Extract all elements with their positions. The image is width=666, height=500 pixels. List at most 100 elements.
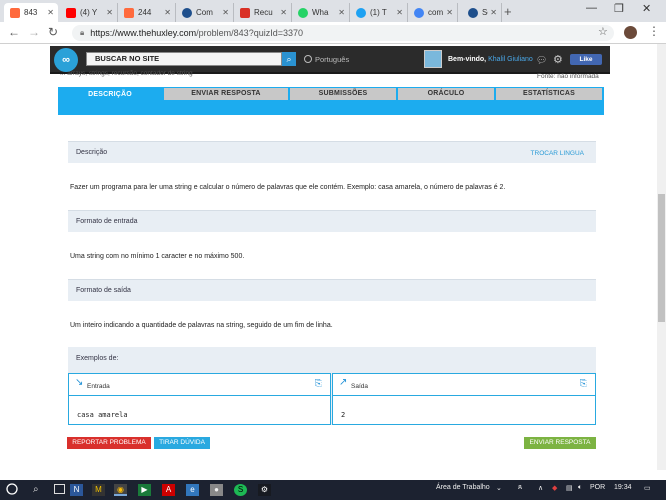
scrollbar-thumb[interactable]	[658, 194, 665, 322]
facebook-like-button[interactable]: Like	[570, 54, 602, 65]
problem-tabs: DESCRIÇÃO ENVIAR RESPOSTA SUBMISSÕES ORÁ…	[58, 87, 604, 115]
browser-tab[interactable]: (1) T ✕	[350, 3, 408, 22]
close-icon[interactable]: ✕	[47, 8, 54, 17]
minimize-icon[interactable]: —	[586, 2, 597, 14]
site-favicon-icon	[468, 7, 478, 18]
close-icon[interactable]: ✕	[338, 8, 345, 17]
restore-icon[interactable]: ❐	[614, 2, 624, 15]
language-label: Português	[315, 55, 350, 64]
send-answer-button[interactable]: ENVIAR RESPOSTA	[524, 437, 596, 449]
close-icon[interactable]: ✕	[280, 8, 287, 17]
search-icon[interactable]: ⌕	[282, 52, 296, 66]
url-path: /problem/843?quizId=3370	[196, 28, 303, 38]
show-hidden-icons-icon[interactable]: ∧	[538, 484, 543, 492]
windows-start-icon[interactable]	[6, 483, 18, 495]
example-input-header: ↘ Entrada ⎘	[69, 374, 330, 396]
welcome-label: Bem-vindo,	[448, 56, 487, 63]
section-title: Formato de entrada	[76, 218, 138, 225]
tab-descricao[interactable]: DESCRIÇÃO	[60, 87, 160, 105]
section-descricao-header: Descrição TROCAR LINGUA	[68, 141, 596, 163]
spotify-icon[interactable]: S	[234, 484, 247, 496]
steam-icon[interactable]: ⚙	[258, 484, 271, 496]
forward-icon[interactable]: →	[28, 25, 40, 39]
browser-tab-label: 244	[138, 8, 152, 17]
close-icon[interactable]: ✕	[222, 8, 229, 17]
browser-tab[interactable]: Recu ✕	[234, 3, 292, 22]
close-icon[interactable]: ✕	[490, 8, 497, 17]
browser-tab-label: (4) Y	[80, 8, 98, 17]
example-output-header: ↗ Saída ⎘	[333, 374, 595, 396]
close-icon[interactable]: ✕	[396, 8, 403, 17]
change-language-link[interactable]: TROCAR LINGUA	[531, 150, 584, 157]
example-input-value: casa amarela	[77, 411, 128, 419]
volume-icon[interactable]: 🔈︎	[578, 484, 582, 492]
search-icon[interactable]: ⌕	[33, 484, 39, 495]
copy-icon[interactable]: ⎘	[580, 378, 587, 389]
section-title: Descrição	[76, 149, 108, 156]
windows-taskbar: ⌕ N M ◉ ▶ A e ● S ⚙ Área de Trabalho ⌄ ጸ…	[0, 480, 666, 500]
notification-icon[interactable]: ▭	[644, 484, 651, 492]
twitter-favicon-icon	[356, 7, 366, 18]
clock[interactable]: 19:34	[614, 484, 632, 491]
huxley-logo-icon[interactable]: ∞	[54, 48, 78, 72]
people-icon[interactable]: ጸ	[518, 484, 522, 492]
onenote-icon[interactable]: N	[70, 484, 83, 496]
chat-icon[interactable]: 💬︎	[536, 55, 547, 66]
close-icon[interactable]: ✕	[164, 8, 171, 17]
chevron-down-icon[interactable]: ⌄	[496, 484, 502, 492]
input-format-text: Uma string com no mínimo 1 caracter e no…	[70, 253, 245, 260]
description-text: Fazer um programa para ler uma string e …	[70, 184, 506, 191]
browser-tab-label: (1) T	[370, 8, 387, 17]
huxley-favicon-icon	[10, 7, 20, 18]
edge-icon[interactable]: e	[186, 484, 199, 496]
close-window-icon[interactable]: ✕	[642, 2, 651, 15]
bookmark-star-icon[interactable]: ☆	[598, 25, 608, 38]
browser-tab[interactable]: Wha ✕	[292, 3, 350, 22]
browser-tab[interactable]: Som ✕	[462, 3, 502, 22]
site-favicon-icon	[182, 7, 192, 18]
menu-icon[interactable]: ⋮	[648, 24, 660, 38]
output-column-label: Saída	[351, 383, 368, 390]
input-column-label: Entrada	[87, 383, 110, 390]
gear-icon[interactable]: ⚙	[553, 53, 563, 66]
input-language-indicator[interactable]: POR	[590, 484, 605, 491]
acrobat-icon[interactable]: A	[162, 484, 175, 496]
close-icon[interactable]: ✕	[446, 8, 453, 17]
output-format-text: Um inteiro indicando a quantidade de pal…	[70, 322, 333, 329]
ask-question-button[interactable]: TIRAR DÚVIDA	[154, 437, 210, 449]
reload-icon[interactable]: ↻	[48, 25, 58, 39]
site-search-input[interactable]: BUSCAR NO SITE	[86, 52, 282, 66]
chrome-icon[interactable]: ◉	[114, 484, 127, 496]
media-app-icon[interactable]: ●	[210, 484, 223, 496]
desktop-toolbar-label[interactable]: Área de Trabalho	[436, 484, 490, 491]
tab-estatisticas[interactable]: ESTATÍSTICAS	[496, 88, 602, 100]
browser-tab[interactable]: 244 ✕	[118, 3, 176, 22]
new-tab-icon[interactable]: +	[504, 4, 512, 19]
output-arrow-icon: ↗	[339, 377, 348, 388]
avatar[interactable]	[424, 50, 442, 68]
antivirus-tray-icon[interactable]: ◆	[552, 484, 557, 492]
tab-oraculo[interactable]: ORÁCULO	[398, 88, 494, 100]
browser-tab[interactable]: (4) Y ✕	[60, 3, 118, 22]
task-view-icon[interactable]	[54, 484, 65, 494]
section-entrada-header: Formato de entrada	[68, 210, 596, 232]
close-icon[interactable]: ✕	[106, 8, 113, 17]
browser-tab[interactable]: com ✕	[408, 3, 458, 22]
scrollbar[interactable]	[657, 44, 666, 470]
user-name-link[interactable]: Khalil Giuliano	[488, 56, 533, 63]
profile-avatar[interactable]	[624, 26, 637, 39]
tab-submissoes[interactable]: SUBMISSÕES	[290, 88, 396, 100]
browser-tab[interactable]: 843 ✕	[4, 3, 58, 22]
tab-enviar-resposta[interactable]: ENVIAR RESPOSTA	[164, 88, 288, 100]
like-label: Like	[579, 56, 593, 63]
report-problem-button[interactable]: REPORTAR PROBLEMA	[67, 437, 151, 449]
back-icon[interactable]: ←	[8, 25, 20, 39]
mail-app-icon[interactable]: M	[92, 484, 105, 496]
network-icon[interactable]: ▤	[566, 484, 573, 492]
url-field[interactable]: 🔒︎ https://www.thehuxley.com /problem/84…	[72, 25, 614, 41]
browser-tab-label: Recu	[254, 8, 273, 17]
language-selector[interactable]: Português	[304, 55, 349, 64]
browser-tab[interactable]: Com ✕	[176, 3, 234, 22]
copy-icon[interactable]: ⎘	[315, 378, 322, 389]
media-player-icon[interactable]: ▶	[138, 484, 151, 496]
